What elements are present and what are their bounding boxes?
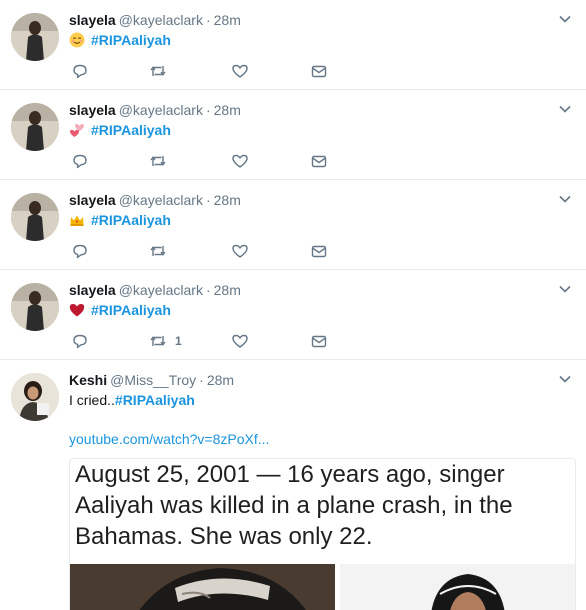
red-heart-emoji-icon	[69, 302, 85, 318]
heart-icon	[232, 154, 248, 168]
tweet[interactable]: Keshi @Miss__Troy · 28m I cried.. #RIPAaliya…	[0, 360, 586, 610]
reply-icon	[73, 154, 87, 169]
display-name[interactable]: slayela	[69, 282, 116, 298]
tweet-header: slayela @kayelaclark · 28m	[69, 281, 241, 299]
heart-icon	[232, 244, 248, 258]
reply-button[interactable]	[71, 241, 89, 261]
relieved-face-emoji-icon	[69, 32, 85, 48]
reply-icon	[73, 244, 87, 259]
tweet-actions	[71, 61, 371, 81]
separator: ·	[199, 372, 204, 388]
timestamp[interactable]: 28m	[207, 372, 234, 388]
reply-button[interactable]	[71, 331, 89, 351]
hashtag-link[interactable]: #RIPAaliyah	[91, 31, 171, 49]
retweet-button[interactable]	[149, 241, 167, 261]
display-name[interactable]: Keshi	[69, 372, 107, 388]
card-photo	[70, 564, 335, 610]
avatar[interactable]	[11, 283, 59, 331]
user-handle[interactable]: @kayelaclark	[119, 102, 203, 118]
user-handle[interactable]: @kayelaclark	[119, 192, 203, 208]
tweet-actions: 1	[71, 331, 371, 351]
envelope-icon	[311, 155, 327, 168]
like-button[interactable]	[231, 61, 249, 81]
like-button[interactable]	[231, 241, 249, 261]
retweet-count: 1	[175, 334, 182, 348]
tweet-actions	[71, 241, 371, 261]
two-hearts-emoji-icon	[69, 122, 85, 138]
chevron-down-icon[interactable]	[558, 372, 572, 386]
tweet-text: #RIPAaliyah	[69, 121, 171, 139]
retweet-icon	[150, 246, 166, 256]
retweet-icon	[150, 156, 166, 166]
direct-message-button[interactable]	[310, 61, 328, 81]
chevron-down-icon[interactable]	[558, 192, 572, 206]
hashtag-link[interactable]: #RIPAaliyah	[91, 121, 171, 139]
retweet-icon	[150, 66, 166, 76]
hashtag-link[interactable]: #RIPAaliyah	[91, 301, 171, 319]
tweet-text: #RIPAaliyah	[69, 211, 171, 229]
reply-button[interactable]	[71, 61, 89, 81]
tweet-actions	[71, 151, 371, 171]
avatar[interactable]	[11, 373, 59, 421]
heart-icon	[232, 334, 248, 348]
timestamp[interactable]: 28m	[214, 192, 241, 208]
user-handle[interactable]: @Miss__Troy	[110, 372, 196, 388]
separator: ·	[205, 12, 211, 28]
tweet-text: #RIPAaliyah	[69, 31, 171, 49]
envelope-icon	[311, 245, 327, 258]
tweet[interactable]: slayela @kayelaclark · 28m #RIPAaliyah	[0, 180, 586, 270]
crown-emoji-icon	[69, 212, 85, 228]
separator: ·	[205, 192, 211, 208]
hashtag-link[interactable]: #RIPAaliyah	[115, 391, 195, 409]
timestamp[interactable]: 28m	[214, 12, 241, 28]
avatar[interactable]	[11, 193, 59, 241]
timestamp[interactable]: 28m	[214, 282, 241, 298]
reply-button[interactable]	[71, 151, 89, 171]
direct-message-button[interactable]	[310, 241, 328, 261]
retweet-button[interactable]	[149, 61, 167, 81]
display-name[interactable]: slayela	[69, 192, 116, 208]
like-button[interactable]	[231, 331, 249, 351]
display-name[interactable]: slayela	[69, 12, 116, 28]
tweet[interactable]: slayela @kayelaclark · 28m #RIPAaliyah 1	[0, 270, 586, 360]
direct-message-button[interactable]	[310, 151, 328, 171]
user-handle[interactable]: @kayelaclark	[119, 282, 203, 298]
media-card[interactable]: August 25, 2001 — 16 years ago, singer A…	[69, 458, 576, 610]
tweet-text: #RIPAaliyah	[69, 301, 171, 319]
like-button[interactable]	[231, 151, 249, 171]
envelope-icon	[311, 65, 327, 78]
avatar[interactable]	[11, 13, 59, 61]
chevron-down-icon[interactable]	[558, 102, 572, 116]
card-photo	[340, 564, 575, 610]
avatar[interactable]	[11, 103, 59, 151]
tweet-text-content: I cried..	[69, 392, 115, 408]
retweet-button[interactable]	[149, 151, 167, 171]
user-handle[interactable]: @kayelaclark	[119, 12, 203, 28]
chevron-down-icon[interactable]	[558, 282, 572, 296]
reply-icon	[73, 334, 87, 349]
retweet-icon	[150, 336, 166, 346]
tweet-header: slayela @kayelaclark · 28m	[69, 11, 241, 29]
card-headline: August 25, 2001 — 16 years ago, singer A…	[75, 461, 513, 550]
timestamp[interactable]: 28m	[214, 102, 241, 118]
tweet-header: Keshi @Miss__Troy · 28m	[69, 371, 234, 389]
tweet-header: slayela @kayelaclark · 28m	[69, 101, 241, 119]
envelope-icon	[311, 335, 327, 348]
youtube-link[interactable]: youtube.com/watch?v=8zPoXf...	[69, 431, 269, 447]
separator: ·	[205, 102, 211, 118]
separator: ·	[205, 282, 211, 298]
hashtag-link[interactable]: #RIPAaliyah	[91, 211, 171, 229]
tweet-text: I cried.. #RIPAaliyah	[69, 391, 195, 409]
direct-message-button[interactable]	[310, 331, 328, 351]
heart-icon	[232, 64, 248, 78]
display-name[interactable]: slayela	[69, 102, 116, 118]
tweet[interactable]: slayela @kayelaclark · 28m #RIPAaliyah	[0, 90, 586, 180]
tweet[interactable]: slayela @kayelaclark · 28m #RIPAaliyah	[0, 0, 586, 90]
tweet-header: slayela @kayelaclark · 28m	[69, 191, 241, 209]
chevron-down-icon[interactable]	[558, 12, 572, 26]
reply-icon	[73, 64, 87, 79]
retweet-button[interactable]: 1	[149, 331, 182, 351]
